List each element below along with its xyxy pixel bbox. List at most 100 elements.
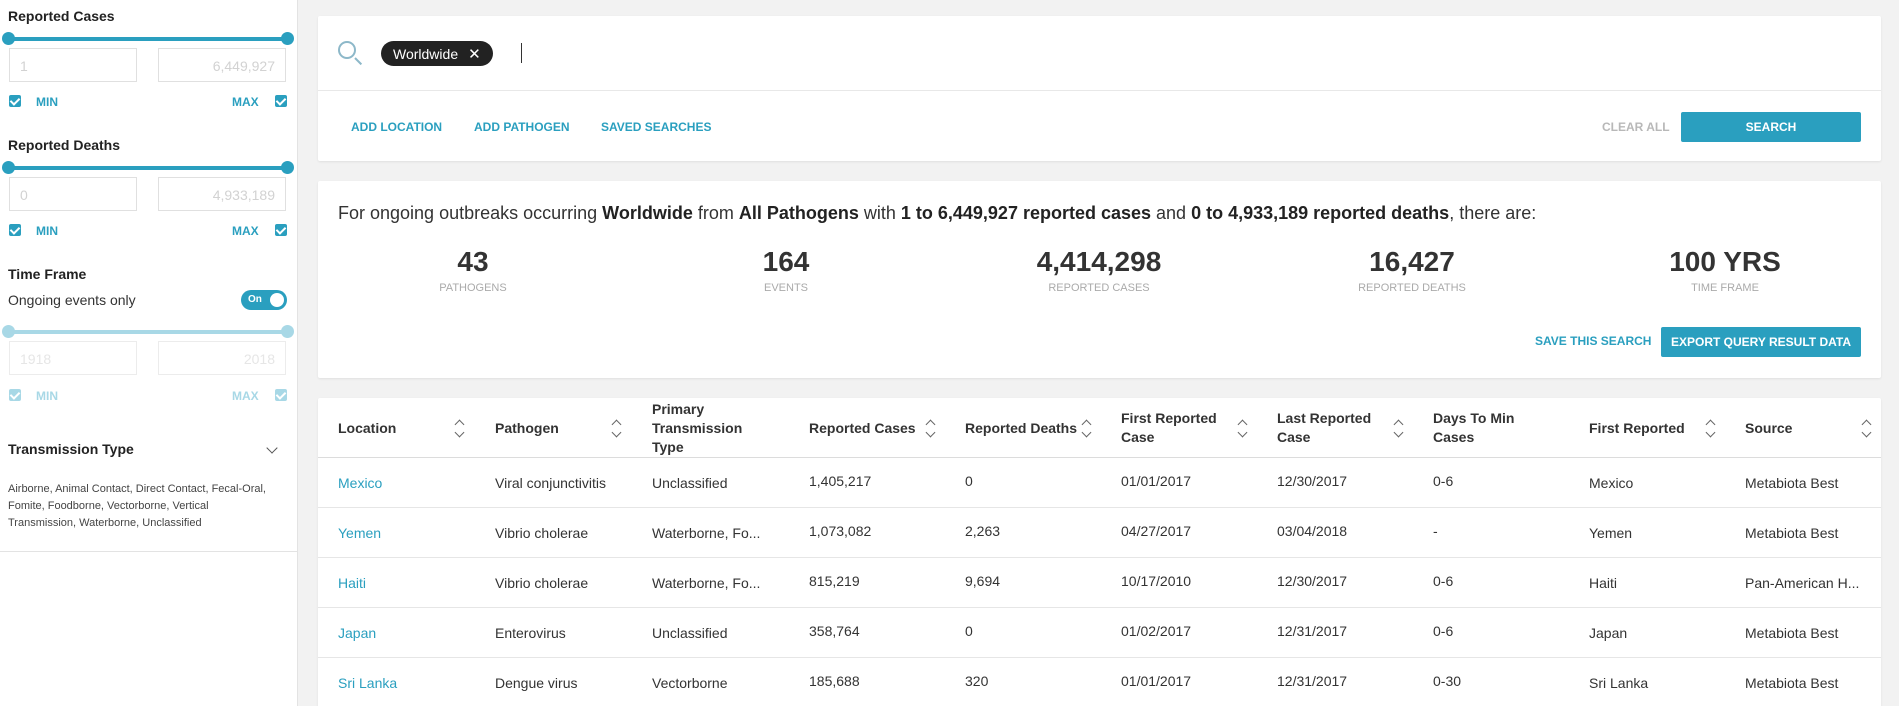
ongoing-toggle[interactable]: On [241,290,287,310]
ongoing-events-label: Ongoing events only [8,292,136,308]
cell-transmission: Vectorborne [652,675,728,691]
stat-pathogens: 43 PATHOGENS [373,246,573,294]
reported-deaths-slider[interactable] [2,161,294,174]
export-data-button[interactable]: EXPORT QUERY RESULT DATA [1661,327,1861,357]
column-label: Pathogen [495,419,559,436]
column-header-reported-deaths[interactable]: Reported Deaths [965,398,1083,458]
sort-icon[interactable] [1082,421,1092,437]
deaths-max-checkbox[interactable] [275,224,287,236]
reported-cases-slider[interactable] [2,32,294,45]
time-frame-slider[interactable] [2,325,294,338]
year-min-input[interactable]: 1918 [9,341,137,375]
year-max-checkbox[interactable] [275,389,287,401]
cell-location[interactable]: Japan [338,625,478,641]
sort-icon[interactable] [1862,421,1872,437]
cases-max-label: MAX [232,95,259,109]
column-header-location[interactable]: Location [338,398,456,458]
sentence-part: from [692,203,739,223]
sentence-cases-range: 1 to 6,449,927 reported cases [900,203,1152,223]
column-label: Reported Cases [809,419,916,436]
cell-location[interactable]: Mexico [338,475,478,491]
cell-source: Pan-American H... [1745,575,1860,591]
sort-icon[interactable] [455,421,465,437]
year-min-checkbox[interactable] [9,389,21,401]
cell-pathogen: Vibrio cholerae [495,525,589,541]
cell-reported-cases: 815,219 [809,573,860,589]
toggle-knob [270,293,284,307]
cell-last-reported-case: 12/31/2017 [1277,673,1348,689]
cell-reported-deaths: 2,263 [965,523,1001,539]
cell-location[interactable]: Sri Lanka [338,675,478,691]
cases-min-input[interactable]: 1 [9,48,137,82]
saved-searches-button[interactable]: SAVED SEARCHES [601,120,711,134]
column-header-first-reported[interactable]: First Reported [1589,398,1707,458]
cell-pathogen: Enterovirus [495,625,566,641]
sort-icon[interactable] [1706,421,1716,437]
summary-panel: For ongoing outbreaks occurring Worldwid… [318,181,1881,378]
location-chip[interactable]: Worldwide ✕ [381,41,493,66]
sort-icon[interactable] [926,421,936,437]
sort-icon[interactable] [1238,421,1248,437]
deaths-min-input[interactable]: 0 [9,177,137,211]
cell-last-reported-case: 12/30/2017 [1277,573,1348,589]
year-max-input[interactable]: 2018 [158,341,286,375]
cell-transmission: Waterborne, Fo... [652,525,761,541]
chevron-down-icon[interactable] [266,442,278,454]
column-header-last-reported-case[interactable]: Last Reported Case [1277,398,1395,458]
table-row[interactable]: Haiti Vibrio cholerae Waterborne, Fo... … [318,558,1881,608]
cell-days-to-min: 0-30 [1433,673,1462,689]
cases-max-input[interactable]: 6,449,927 [158,48,286,82]
column-header-reported-cases[interactable]: Reported Cases [809,398,927,458]
table-row[interactable]: Yemen Vibrio cholerae Waterborne, Fo... … [318,508,1881,558]
cell-days-to-min: - [1433,523,1438,539]
slider-min-handle[interactable] [2,161,15,174]
cell-source: Metabiota Best [1745,675,1839,691]
search-input-caret[interactable] [521,43,522,63]
cell-first-reported-case: 01/01/2017 [1121,673,1192,689]
cases-min-label: MIN [36,95,58,109]
table-row[interactable]: Sri Lanka Dengue virus Vectorborne 185,6… [318,658,1881,706]
close-icon[interactable]: ✕ [468,45,481,63]
stat-time-frame: 100 YRS TIME FRAME [1625,246,1825,294]
stat-events: 164 EVENTS [686,246,886,294]
cases-max-checkbox[interactable] [275,95,287,107]
cell-first-reported-case: 01/01/2017 [1121,473,1192,489]
cases-min-checkbox[interactable] [9,95,21,107]
cell-reported-deaths: 0 [965,473,973,489]
stat-label: EVENTS [763,282,808,294]
cell-last-reported-case: 12/31/2017 [1277,623,1348,639]
slider-max-handle[interactable] [281,161,294,174]
add-location-button[interactable]: ADD LOCATION [351,120,442,134]
cell-transmission: Waterborne, Fo... [652,575,761,591]
cell-first-reported: Japan [1589,625,1628,641]
slider-min-handle[interactable] [2,32,15,45]
table-row[interactable]: Mexico Viral conjunctivitis Unclassified… [318,458,1881,508]
column-header-pathogen[interactable]: Pathogen [495,398,613,458]
column-header-source[interactable]: Source [1745,398,1863,458]
sort-icon[interactable] [612,421,622,437]
cell-location[interactable]: Yemen [338,525,478,541]
cell-location[interactable]: Haiti [338,575,478,591]
add-pathogen-button[interactable]: ADD PATHOGEN [474,120,570,134]
save-search-button[interactable]: SAVE THIS SEARCH [1535,334,1651,348]
column-header-days-to-min[interactable]: Days To Min Cases [1433,398,1551,458]
deaths-min-checkbox[interactable] [9,224,21,236]
transmission-type-title[interactable]: Transmission Type [8,441,134,457]
column-header-first-reported-case[interactable]: First Reported Case [1121,398,1239,458]
cell-first-reported: Sri Lanka [1589,675,1649,691]
clear-all-button[interactable]: CLEAR ALL [1602,120,1670,134]
stat-label: REPORTED CASES [1048,282,1150,294]
column-header-transmission[interactable]: Primary Transmission Type [652,398,770,458]
column-label: Days To Min Cases [1433,410,1515,445]
deaths-max-input[interactable]: 4,933,189 [158,177,286,211]
cell-days-to-min: 0-6 [1433,573,1454,589]
slider-max-handle[interactable] [281,325,294,338]
toggle-label: On [248,294,262,305]
table-row[interactable]: Japan Enterovirus Unclassified 358,764 0… [318,608,1881,658]
slider-min-handle[interactable] [2,325,15,338]
cell-first-reported: Yemen [1589,525,1633,541]
search-button[interactable]: SEARCH [1681,112,1861,142]
cell-source: Metabiota Best [1745,475,1839,491]
sort-icon[interactable] [1394,421,1404,437]
slider-max-handle[interactable] [281,32,294,45]
